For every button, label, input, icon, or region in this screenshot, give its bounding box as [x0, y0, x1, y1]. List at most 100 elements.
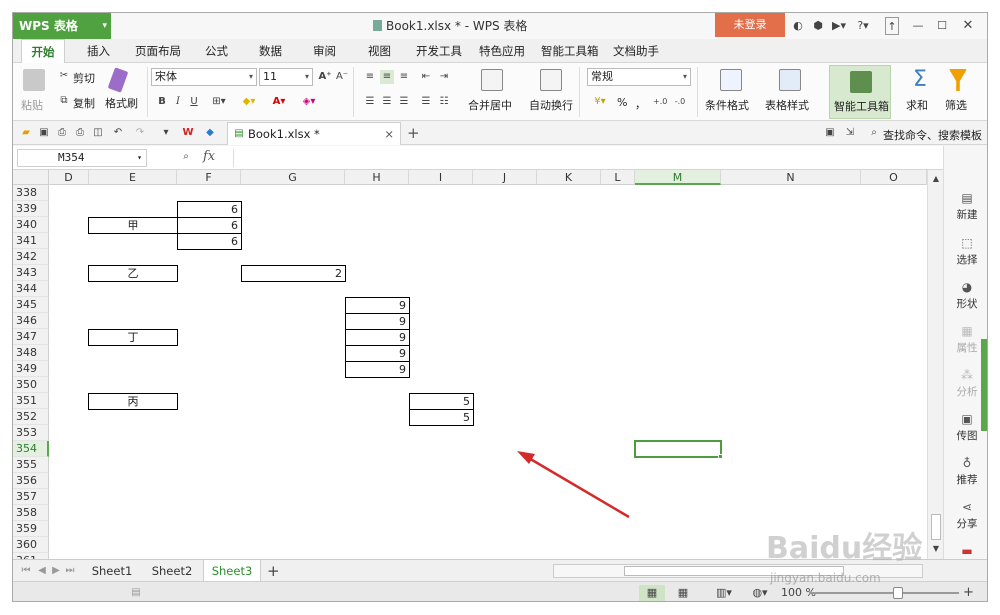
print-icon[interactable]: ⎙ [73, 126, 87, 140]
format-painter-button[interactable]: 格式刷 [105, 95, 138, 111]
filter-button[interactable]: 筛选 [945, 97, 967, 113]
login-button[interactable]: 未登录 [715, 13, 785, 37]
tab-review[interactable]: 审阅 [313, 39, 336, 63]
percent-button[interactable]: % [617, 96, 627, 109]
first-sheet-icon[interactable]: ⏮ [19, 564, 33, 578]
align-top-icon[interactable]: ≡ [363, 70, 377, 84]
sheet-tab-1[interactable]: Sheet1 [83, 560, 141, 582]
italic-icon[interactable]: I [171, 95, 185, 109]
tab-special[interactable]: 特色应用 [479, 39, 525, 63]
tab-data[interactable]: 数据 [259, 39, 282, 63]
currency-icon[interactable]: ¥▾ [589, 95, 611, 109]
add-sheet-button[interactable]: + [267, 562, 280, 580]
filter-icon[interactable] [949, 69, 967, 91]
vertical-scrollbar[interactable]: ▲ ▼ [927, 170, 943, 559]
page-break-view-icon[interactable]: ▦ [673, 585, 693, 601]
grow-font-icon[interactable]: A⁺ [318, 70, 332, 84]
help-icon[interactable]: ?▾ [853, 17, 873, 35]
eye-protection-icon[interactable]: ◍▾ [747, 585, 773, 601]
skin-icon[interactable]: ◐ [791, 17, 805, 35]
minimize-icon[interactable]: — [911, 17, 925, 35]
cut-button[interactable]: 剪切 [73, 70, 95, 86]
panel-tools[interactable]: ▬ [944, 544, 987, 558]
clear-icon[interactable]: ◈▾ [297, 95, 321, 109]
sum-icon[interactable]: Σ [913, 67, 927, 92]
panel-recommend[interactable]: ♁ 推荐 [944, 456, 987, 487]
horizontal-scrollbar[interactable] [553, 564, 923, 578]
distribute-icon[interactable]: ☷ [437, 95, 451, 109]
tab-view[interactable]: 视图 [368, 39, 391, 63]
tab-smart-toolbox[interactable]: 智能工具箱 [541, 39, 599, 63]
sheet-tab-3-active[interactable]: Sheet3 [203, 560, 261, 582]
align-center-icon[interactable]: ☰ [380, 95, 394, 109]
panel-new[interactable]: ▤ 新建 [944, 191, 987, 222]
indent-increase-icon[interactable]: ⇥ [437, 70, 451, 84]
smart-toolbox-button[interactable]: 智能工具箱 [829, 65, 891, 119]
formula-input[interactable] [233, 149, 983, 167]
table-style-icon[interactable] [779, 69, 801, 91]
spreadsheet-grid[interactable]: D E F G H I J K L M N O 338 339 340 341 … [13, 170, 927, 559]
paste-button[interactable]: 粘贴 [21, 97, 43, 113]
align-bottom-icon[interactable]: ≡ [397, 70, 411, 84]
prev-sheet-icon[interactable]: ◀ [35, 564, 49, 578]
tab-formula[interactable]: 公式 [205, 39, 228, 63]
indent-decrease-icon[interactable]: ⇤ [419, 70, 433, 84]
font-name-select[interactable]: 宋体 ▾ [151, 68, 257, 86]
bold-icon[interactable]: B [155, 95, 169, 109]
settings-icon[interactable]: ⬢ [811, 17, 825, 35]
paste-icon[interactable] [23, 69, 45, 91]
number-format-select[interactable]: 常规 ▾ [587, 68, 691, 86]
tab-page-layout[interactable]: 页面布局 [135, 39, 181, 63]
table-style-button[interactable]: 表格样式 [765, 97, 809, 113]
panel-collapse-handle[interactable] [981, 339, 987, 431]
status-calc-icon[interactable]: ▤ [129, 586, 143, 600]
restore-ribbon-icon[interactable]: ↑ [885, 17, 899, 35]
output-pdf-icon[interactable]: ⎙ [55, 126, 69, 140]
insert-function-button[interactable]: fx [203, 149, 215, 164]
tab-doc-assistant[interactable]: 文档助手 [613, 39, 659, 63]
save-icon[interactable]: ▣ [37, 126, 51, 140]
feedback-icon[interactable]: ▶▾ [829, 17, 849, 35]
arrange-icon[interactable]: ⇲ [843, 126, 857, 140]
conditional-format-button[interactable]: 条件格式 [705, 97, 749, 113]
scroll-down-icon[interactable]: ▼ [929, 542, 943, 556]
border-icon[interactable]: ⊞▾ [207, 95, 231, 109]
last-sheet-icon[interactable]: ⏭ [63, 564, 77, 578]
panel-share[interactable]: ⋖ 分享 [944, 500, 987, 531]
wrap-text-icon[interactable] [540, 69, 562, 91]
redo-icon[interactable]: ↷ [133, 126, 147, 140]
tab-document-book1[interactable]: ▤ Book1.xlsx * × [227, 122, 401, 145]
command-search-input[interactable]: 查找命令、搜索模板 [883, 127, 982, 143]
merge-center-icon[interactable] [481, 69, 503, 91]
wrap-text-button[interactable]: 自动换行 [529, 97, 573, 113]
font-color-icon[interactable]: A▾ [267, 95, 291, 109]
wps-logo-menu-button[interactable]: WPS 表格 ▾ [13, 13, 111, 39]
scroll-up-icon[interactable]: ▲ [929, 172, 943, 186]
font-size-select[interactable]: 11 ▾ [259, 68, 313, 86]
tab-insert[interactable]: 插入 [87, 39, 110, 63]
next-sheet-icon[interactable]: ▶ [49, 564, 63, 578]
zoom-icon[interactable]: ⌕ [179, 150, 193, 164]
close-icon[interactable]: ✕ [961, 17, 975, 35]
quick-access-dropdown-icon[interactable]: ▾ [159, 126, 173, 140]
reading-mode-icon[interactable]: ▥▾ [711, 585, 737, 601]
decrease-decimal-icon[interactable]: -.0 [673, 95, 687, 109]
undo-icon[interactable]: ↶ [111, 126, 125, 140]
normal-view-icon[interactable]: ▦ [639, 585, 665, 601]
zoom-in-icon[interactable]: + [963, 585, 977, 601]
align-middle-icon[interactable]: ≡ [380, 70, 394, 84]
merge-center-button[interactable]: 合并居中 [468, 97, 512, 113]
scroll-thumb[interactable] [931, 514, 941, 540]
print-preview-icon[interactable]: ◫ [91, 126, 105, 140]
tab-home[interactable]: 开始 [21, 39, 65, 63]
increase-decimal-icon[interactable]: +.0 [653, 95, 667, 109]
panel-select[interactable]: ⬚ 选择 [944, 236, 987, 267]
zoom-slider-thumb[interactable] [893, 587, 903, 599]
conditional-format-icon[interactable] [720, 69, 742, 91]
close-tab-icon[interactable]: × [384, 123, 394, 145]
name-box[interactable]: M354 ▾ [17, 149, 147, 167]
shrink-font-icon[interactable]: A⁻ [335, 70, 349, 84]
align-right-icon[interactable]: ☰ [397, 95, 411, 109]
new-tab-button[interactable]: + [407, 124, 420, 142]
tab-developer[interactable]: 开发工具 [416, 39, 462, 63]
